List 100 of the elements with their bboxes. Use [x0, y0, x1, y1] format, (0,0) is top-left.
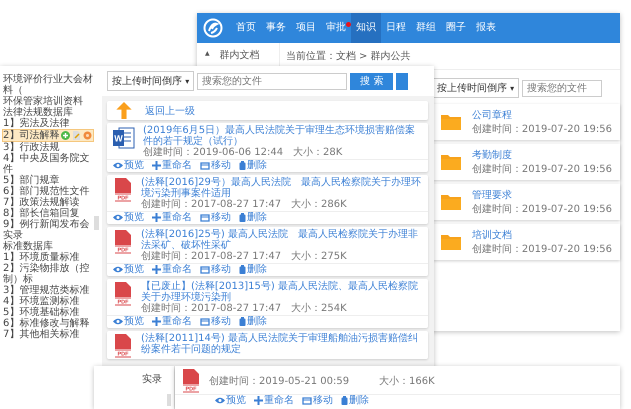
- tree-item[interactable]: 4】环境监测标准: [2, 296, 94, 307]
- eye-icon: [113, 214, 123, 221]
- delete-link[interactable]: 删除: [239, 212, 267, 223]
- created-time: 创建时间：2017-08-27 17:47: [141, 199, 282, 210]
- folder-card[interactable]: 公司章程 创建时间：2019-07-20 19:56: [432, 104, 620, 140]
- rename-link[interactable]: 重命名: [152, 264, 192, 275]
- tree-item[interactable]: 8】部长信箱回复: [2, 208, 94, 219]
- rename-link[interactable]: 重命名: [152, 160, 192, 171]
- folder-icon: [440, 113, 462, 131]
- trash-icon: [239, 317, 246, 326]
- folder-name[interactable]: 考勤制度: [472, 148, 612, 162]
- search-field[interactable]: 搜索您的文件: [197, 72, 348, 90]
- box-icon: [200, 318, 210, 326]
- created-time: 创建时间：2019-07-20 19:56: [472, 122, 612, 136]
- tree-item[interactable]: 3】管理规范类标准: [2, 285, 94, 296]
- delete-link[interactable]: 删除: [239, 316, 267, 327]
- file-title[interactable]: (法释[2016]25号) 最高人民法院 最高人民检察院关于办理非法采矿、破坏性采矿: [141, 229, 422, 251]
- preview-link[interactable]: 预览: [113, 316, 144, 327]
- tree-item[interactable]: 2】污染物排放（控制）标: [2, 263, 94, 285]
- tree-item[interactable]: 9】例行新闻发布会实录: [2, 219, 94, 241]
- file-size: 大小：286K: [291, 199, 347, 210]
- plus-icon: [152, 161, 161, 170]
- tree-item[interactable]: 7】政策法规解读: [2, 197, 94, 208]
- search-button[interactable]: 搜 索: [350, 72, 394, 90]
- nav-tab[interactable]: 首页: [231, 13, 261, 43]
- tree-item[interactable]: 4】中央及国务院文件: [2, 153, 94, 175]
- move-link[interactable]: 移动: [302, 395, 333, 406]
- nav-tab[interactable]: 知识: [351, 13, 381, 43]
- box-icon: [302, 396, 312, 404]
- search-field[interactable]: 搜索您的文件: [522, 80, 602, 96]
- tree-item[interactable]: 3】行政法规: [2, 142, 94, 153]
- plus-icon: [152, 317, 161, 326]
- move-link[interactable]: 移动: [200, 160, 231, 171]
- created-time: 创建时间：2017-08-27 17:47: [141, 251, 282, 262]
- move-link[interactable]: 移动: [200, 212, 231, 223]
- tree-item[interactable]: 6】部门规范性文件: [2, 186, 94, 197]
- plus-icon: [254, 396, 263, 405]
- rename-link[interactable]: 重命名: [254, 395, 294, 406]
- rename-link[interactable]: 重命名: [152, 212, 192, 223]
- tree-item[interactable]: 2】司法解释: [3, 130, 60, 141]
- back-link[interactable]: 返回上一级: [145, 104, 195, 118]
- logo-icon: [203, 18, 223, 38]
- nav-tab[interactable]: 群组: [411, 13, 441, 43]
- folder-name[interactable]: 培训文档: [472, 228, 612, 242]
- tree-item[interactable]: 实录: [142, 372, 162, 386]
- up-arrow-icon: [115, 102, 133, 119]
- nav-tab[interactable]: 日程: [381, 13, 411, 43]
- move-link[interactable]: 移动: [200, 264, 231, 275]
- eye-icon: [113, 318, 123, 325]
- tree-item[interactable]: 5】部门规章: [2, 175, 94, 186]
- tree-item[interactable]: 1】环境质量标准: [2, 252, 94, 263]
- folder-name[interactable]: 公司章程: [472, 108, 612, 122]
- nav-tab[interactable]: 事务: [261, 13, 291, 43]
- file-title[interactable]: 【已废止】(法释[2013]15号) 最高人民法院、最高人民检察院关于办理环境污染刑: [141, 281, 422, 303]
- eye-icon: [215, 397, 225, 404]
- tree-item[interactable]: 标准数据库: [2, 241, 94, 252]
- folder-name[interactable]: 管理要求: [472, 188, 612, 202]
- folder-card[interactable]: 培训文档 创建时间：2019-07-20 19:56: [432, 224, 620, 260]
- upload-button[interactable]: [396, 72, 408, 90]
- preview-link[interactable]: 预览: [113, 212, 144, 223]
- folder-icon: [440, 233, 462, 251]
- box-icon: [200, 214, 210, 222]
- sort-dropdown[interactable]: 按上传时间倒序 ▾: [107, 71, 194, 91]
- preview-link[interactable]: 预览: [215, 395, 246, 406]
- file-title[interactable]: (法释[2016]29号）最高人民法院 最高人民检察院关于办理环境污染刑事案件适用: [141, 177, 422, 199]
- trash-icon: [239, 265, 246, 274]
- preview-link[interactable]: 预览: [113, 160, 144, 171]
- created-time: 创建时间：2019-07-20 19:56: [472, 242, 612, 256]
- tree-item[interactable]: 环境评价行业大会材料（: [2, 74, 94, 96]
- nav-tab[interactable]: 圈子: [441, 13, 471, 43]
- file-title[interactable]: (2019年6月5日）最高人民法院关于审理生态环境损害赔偿案件的若干规定（试行）: [143, 125, 422, 147]
- tree-item[interactable]: 5】环境基础标准: [2, 307, 94, 318]
- trash-icon: [341, 396, 348, 405]
- delete-link[interactable]: 删除: [341, 395, 369, 406]
- delete-link[interactable]: 删除: [239, 264, 267, 275]
- nav-tab[interactable]: 报表: [471, 13, 501, 43]
- eye-icon: [113, 162, 123, 169]
- tree-item[interactable]: 1】宪法及法律: [2, 118, 94, 129]
- file-size: 大小：28K: [293, 147, 342, 158]
- nav-tab[interactable]: 项目: [291, 13, 321, 43]
- move-link[interactable]: 移动: [200, 316, 231, 327]
- folder-card[interactable]: 考勤制度 创建时间：2019-07-20 19:56: [432, 144, 620, 180]
- tree-item[interactable]: 7】其他相关标准: [2, 329, 94, 340]
- scrollbar[interactable]: [94, 216, 99, 230]
- tree-item[interactable]: 6】标准修改与解释: [2, 318, 94, 329]
- gear-icon[interactable]: [83, 131, 92, 140]
- folder-icon: [440, 153, 462, 171]
- edit-icon[interactable]: [72, 131, 82, 140]
- folder-card[interactable]: 管理要求 创建时间：2019-07-20 19:56: [432, 184, 620, 220]
- preview-link[interactable]: 预览: [113, 264, 144, 275]
- delete-link[interactable]: 删除: [239, 160, 267, 171]
- created-time: 创建时间：2019-07-20 19:56: [472, 162, 612, 176]
- trash-icon: [239, 213, 246, 222]
- file-title[interactable]: (法释[2011]14号) 最高人民法院关于审理船舶油污损害赔偿纠纷案件若干问题的规定: [141, 333, 422, 355]
- tree-item[interactable]: 法律法规数据库: [2, 107, 94, 118]
- rename-link[interactable]: 重命名: [152, 316, 192, 327]
- eye-icon: [113, 266, 123, 273]
- nav-tab[interactable]: 审批: [321, 13, 351, 43]
- tree-item[interactable]: 环保管家培训资料: [2, 96, 94, 107]
- add-icon[interactable]: [61, 131, 70, 140]
